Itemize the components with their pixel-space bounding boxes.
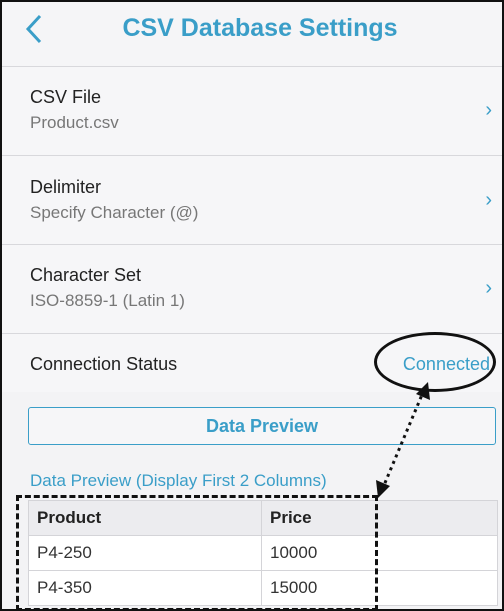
connection-status-label: Connection Status xyxy=(30,354,178,374)
character-set-value: ISO-8859-1 (Latin 1) xyxy=(30,291,185,310)
settings-row-delimiter[interactable]: Delimiter Specify Character (@) › xyxy=(2,156,502,245)
delimiter-value: Specify Character (@) xyxy=(30,203,199,222)
csv-file-value: Product.csv xyxy=(30,113,119,132)
chevron-right-icon: › xyxy=(485,277,492,299)
nav-header: CSV Database Settings xyxy=(2,2,502,67)
annotation-dashed-box xyxy=(16,495,378,609)
character-set-label: Character Set xyxy=(30,265,142,285)
delimiter-label: Delimiter xyxy=(30,177,102,197)
screen-frame: CSV Database Settings CSV File Product.c… xyxy=(0,0,504,611)
chevron-right-icon: › xyxy=(485,99,492,121)
settings-row-csv-file[interactable]: CSV File Product.csv › xyxy=(2,67,502,156)
annotation-double-arrow xyxy=(376,382,430,498)
chevron-right-icon: › xyxy=(485,189,492,211)
page-title: CSV Database Settings xyxy=(122,14,398,42)
data-preview-caption: Data Preview (Display First 2 Columns) xyxy=(30,471,327,490)
csv-file-label: CSV File xyxy=(30,87,102,107)
settings-row-character-set[interactable]: Character Set ISO-8859-1 (Latin 1) › xyxy=(2,245,502,334)
